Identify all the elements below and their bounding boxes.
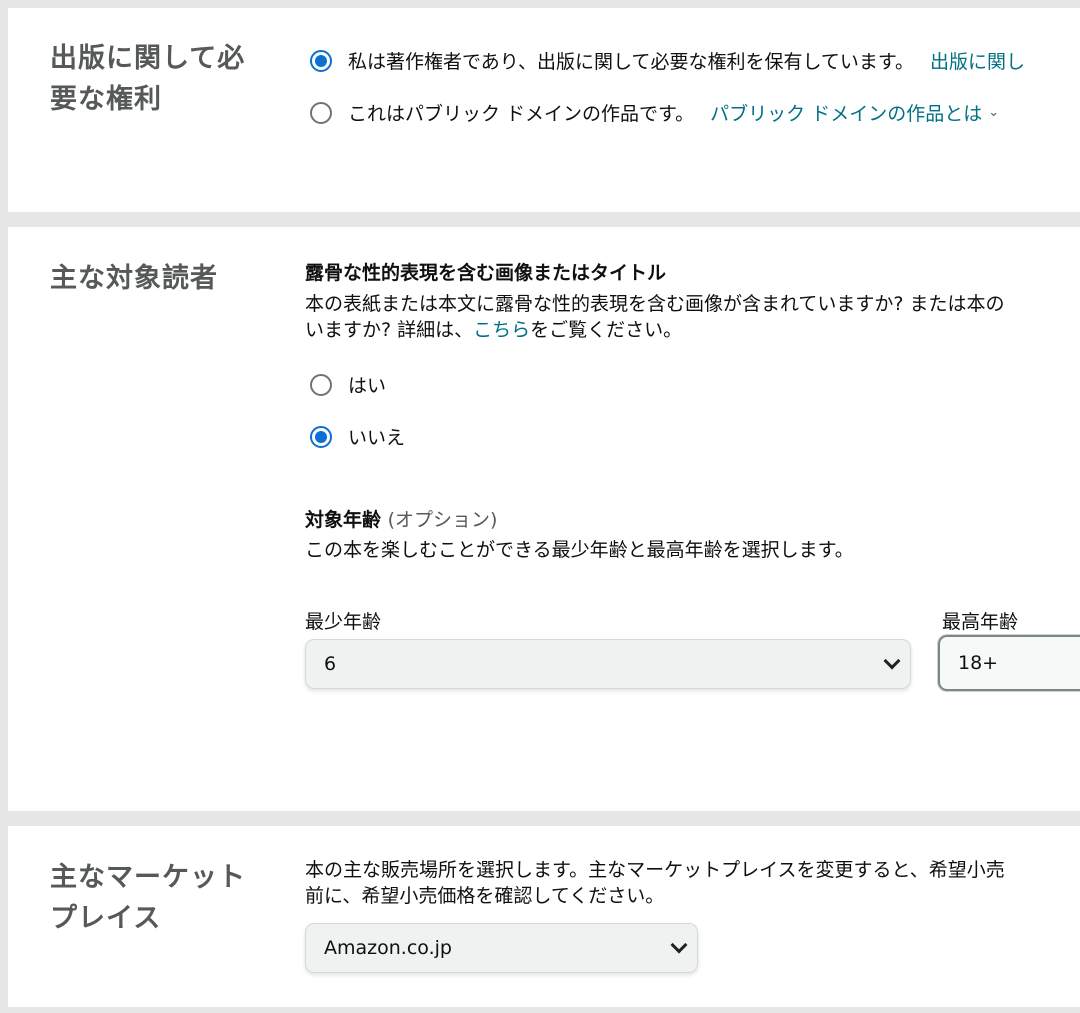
rights-owner-radio[interactable] (310, 49, 332, 72)
rights-owner-label: 私は著作権者であり、出版に関して必要な権利を保有しています。 (348, 51, 915, 73)
chevron-down-icon: ⌄ (988, 105, 1000, 120)
target-age-optional: (オプション) (387, 509, 498, 531)
max-age-select[interactable]: 18+ (938, 635, 1080, 691)
explicit-content-description-line1: 本の表紙または本文に露骨な性的表現を含む画像が含まれていますか? または本の (305, 293, 1005, 315)
primary-marketplace-title: 主なマーケット プレイス (50, 857, 246, 939)
explicit-no-radio[interactable] (310, 425, 332, 448)
chevron-down-icon (670, 936, 688, 954)
rights-public-domain-radio[interactable] (310, 101, 332, 124)
explicit-content-heading: 露骨な性的表現を含む画像またはタイトル (305, 262, 667, 284)
min-age-value: 6 (324, 653, 337, 675)
public-domain-info-link-text: パブリック ドメインの作品とは (710, 103, 983, 125)
page: 出版に関して必 要な権利 私は著作権者であり、出版に関して必要な権利を保有してい… (0, 0, 1080, 1013)
max-age-value: 18+ (958, 652, 999, 674)
primary-marketplace-description: 本の主な販売場所を選択します。主なマーケットプレイスを変更すると、希望小売 前に… (305, 857, 1005, 909)
primary-marketplace-title-line2: プレイス (50, 903, 162, 934)
target-age-description: この本を楽しむことができる最少年齢と最高年齢を選択します。 (305, 539, 854, 561)
primary-marketplace-value: Amazon.co.jp (324, 937, 452, 959)
explicit-content-description-pre: いますか? 詳細は、 (305, 319, 474, 341)
explicit-yes-label: はい (348, 375, 387, 397)
min-age-label: 最少年齢 (305, 611, 382, 633)
explicit-content-description: 本の表紙または本文に露骨な性的表現を含む画像が含まれていますか? または本の い… (305, 291, 1005, 343)
explicit-no-option[interactable]: いいえ (310, 423, 405, 450)
rights-public-domain-label: これはパブリック ドメインの作品です。 (348, 103, 695, 125)
target-age-heading-text: 対象年齢 (305, 509, 382, 531)
publishing-rights-title-line2: 要な権利 (50, 84, 162, 115)
primary-marketplace-select[interactable]: Amazon.co.jp (305, 923, 698, 973)
details-link[interactable]: こちら (473, 319, 530, 341)
explicit-yes-radio[interactable] (310, 373, 332, 396)
explicit-no-label: いいえ (348, 427, 406, 449)
min-age-select[interactable]: 6 (305, 639, 911, 689)
target-age-heading: 対象年齢 (オプション) (305, 505, 497, 532)
explicit-content-description-line2: いますか? 詳細は、こちらをご覧ください。 (305, 317, 1005, 343)
publishing-rights-title-line1: 出版に関して必 (50, 43, 246, 74)
explicit-yes-option[interactable]: はい (310, 371, 386, 398)
rights-owner-option[interactable]: 私は著作権者であり、出版に関して必要な権利を保有しています。 出版に関し (310, 47, 1025, 74)
rights-owner-link[interactable]: 出版に関し (930, 47, 1025, 74)
primary-marketplace-description-line2: 前に、希望小売価格を確認してください。 (305, 885, 665, 907)
chevron-down-icon (883, 652, 901, 670)
explicit-content-description-post: をご覧ください。 (530, 319, 683, 341)
public-domain-info-link[interactable]: パブリック ドメインの作品とは ⌄ (710, 99, 999, 126)
publishing-rights-section: 出版に関して必 要な権利 私は著作権者であり、出版に関して必要な権利を保有してい… (8, 8, 1080, 212)
primary-marketplace-description-line1: 本の主な販売場所を選択します。主なマーケットプレイスを変更すると、希望小売 (305, 859, 1005, 881)
target-audience-section: 主な対象読者 露骨な性的表現を含む画像またはタイトル 本の表紙または本文に露骨な… (8, 227, 1080, 811)
rights-public-domain-option[interactable]: これはパブリック ドメインの作品です。 パブリック ドメインの作品とは ⌄ (310, 99, 999, 126)
primary-marketplace-title-line1: 主なマーケット (50, 862, 246, 893)
target-audience-title: 主な対象読者 (50, 263, 218, 294)
primary-marketplace-section: 主なマーケット プレイス 本の主な販売場所を選択します。主なマーケットプレイスを… (8, 826, 1080, 1007)
max-age-label: 最高年齢 (942, 611, 1019, 633)
publishing-rights-title: 出版に関して必 要な権利 (50, 38, 245, 120)
